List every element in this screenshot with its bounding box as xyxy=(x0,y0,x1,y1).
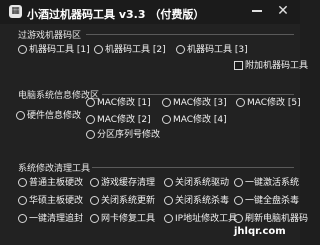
checkbox-extra-machine-tool[interactable]: 附加机器码工具 xyxy=(234,60,308,73)
radio-disable-updates[interactable]: 关闭系统更新 xyxy=(90,195,155,208)
radio-circle-icon xyxy=(18,178,27,187)
radio-clean-ban-trace[interactable]: 一键清理追封 xyxy=(18,213,83,226)
radio-hardware-info[interactable]: 硬件信息修改 xyxy=(16,110,81,123)
radio-circle-icon xyxy=(234,196,243,205)
radio-circle-icon xyxy=(18,214,27,223)
section-divider xyxy=(92,167,294,168)
radio-ip-change[interactable]: IP地址修改工具 xyxy=(164,213,237,226)
watermark: jhlqr.com xyxy=(234,226,286,237)
radio-circle-icon xyxy=(18,45,27,54)
radio-mac-2[interactable]: MAC修改 [2] xyxy=(86,114,151,127)
radio-circle-icon xyxy=(86,98,95,107)
section-divider xyxy=(102,94,294,95)
radio-nic-repair[interactable]: 网卡修复工具 xyxy=(90,213,155,226)
radio-mac-1[interactable]: MAC修改 [1] xyxy=(86,97,151,110)
radio-circle-icon xyxy=(90,214,99,223)
radio-game-cache-clean[interactable]: 游戏缓存清理 xyxy=(90,177,155,190)
radio-partition-serial[interactable]: 分区序列号修改 xyxy=(86,129,160,142)
radio-circle-icon xyxy=(86,115,95,124)
radio-mac-3[interactable]: MAC修改 [3] xyxy=(162,97,227,110)
section-title-game: 过游戏机器码区 xyxy=(18,31,82,41)
radio-circle-icon xyxy=(176,45,185,54)
section-title-system-tools: 系统修改清理工具 xyxy=(18,164,91,174)
radio-disable-antivirus[interactable]: 关闭系统杀毒 xyxy=(164,195,229,208)
radio-disable-drivers[interactable]: 关闭系统驱动 xyxy=(164,177,229,190)
radio-machine-tool-2[interactable]: 机器码工具 [2] xyxy=(94,44,166,57)
radio-circle-icon xyxy=(86,130,95,139)
radio-circle-icon xyxy=(162,98,171,107)
radio-activate-system[interactable]: 一键激活系统 xyxy=(234,177,299,190)
radio-circle-icon xyxy=(164,214,173,223)
radio-normal-board[interactable]: 普通主板硬改 xyxy=(18,177,83,190)
radio-circle-icon xyxy=(236,98,245,107)
app-icon: ▦ xyxy=(9,5,22,18)
radio-machine-tool-1[interactable]: 机器码工具 [1] xyxy=(18,44,90,57)
checkbox-icon xyxy=(234,61,243,70)
radio-machine-tool-3[interactable]: 机器码工具 [3] xyxy=(176,44,248,57)
radio-circle-icon xyxy=(162,115,171,124)
radio-full-disk-scan[interactable]: 一键全盘杀毒 xyxy=(234,195,299,208)
radio-circle-icon xyxy=(234,214,243,223)
close-icon[interactable]: ✕ xyxy=(275,3,291,19)
radio-circle-icon xyxy=(90,178,99,187)
radio-circle-icon xyxy=(164,178,173,187)
radio-circle-icon xyxy=(234,178,243,187)
radio-mac-5[interactable]: MAC修改 [5] xyxy=(236,97,301,110)
title-bar: ▦ 小酒过机器码工具 v3.3 （付费版） ✕ xyxy=(0,0,300,24)
radio-circle-icon xyxy=(16,111,25,120)
radio-circle-icon xyxy=(90,196,99,205)
app-window: ▦ 小酒过机器码工具 v3.3 （付费版） ✕ 过游戏机器码区 机器码工具 [1… xyxy=(0,0,308,245)
window-title: 小酒过机器码工具 v3.3 （付费版） xyxy=(27,8,205,21)
radio-circle-icon xyxy=(94,45,103,54)
section-divider xyxy=(86,34,294,35)
radio-circle-icon xyxy=(18,196,27,205)
radio-mac-4[interactable]: MAC修改 [4] xyxy=(162,114,227,127)
minimize-icon[interactable] xyxy=(252,10,262,12)
radio-circle-icon xyxy=(164,196,173,205)
radio-asus-board[interactable]: 华硕主板硬改 xyxy=(18,195,83,208)
radio-refresh-machine-code[interactable]: 刷新电脑机器码 xyxy=(234,213,308,226)
